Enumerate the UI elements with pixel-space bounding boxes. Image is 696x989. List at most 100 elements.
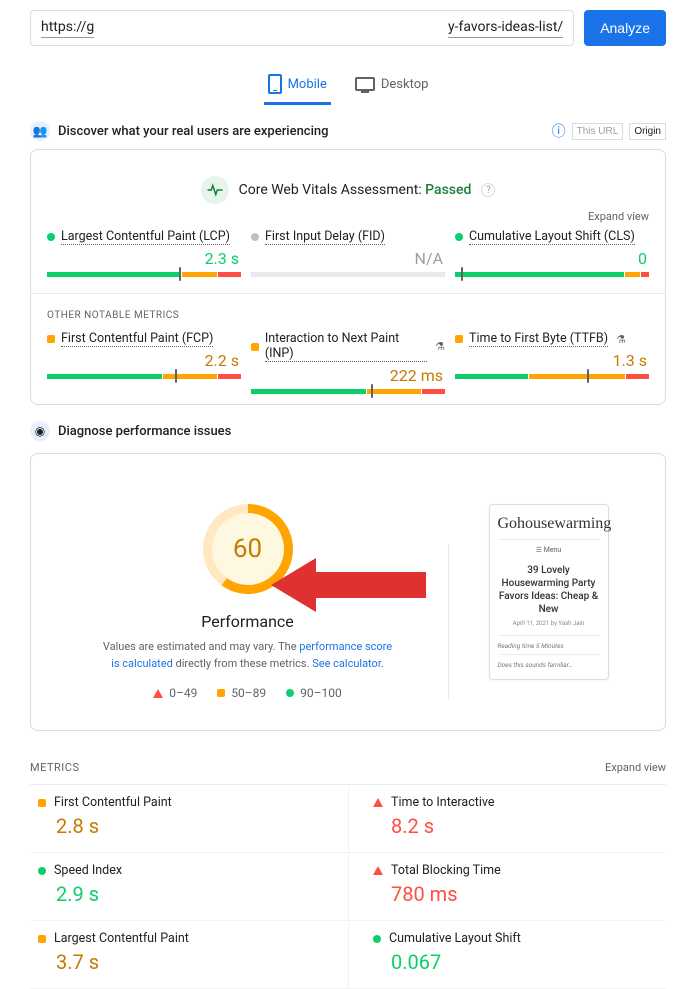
metric-name: Time to Interactive xyxy=(391,795,494,810)
url-input[interactable]: https://g y-favors-ideas-list/ xyxy=(30,10,574,46)
cwv-metric: Largest Contentful Paint (LCP)2.3 s xyxy=(47,229,241,277)
status-icon xyxy=(38,867,46,875)
metrics-section: METRICS Expand view First Contentful Pai… xyxy=(30,751,666,989)
performance-label: Performance xyxy=(88,612,408,631)
metric-cell: Time to Interactive 8.2 s xyxy=(348,785,666,853)
help-icon[interactable]: ? xyxy=(481,183,495,197)
metric-value: 222 ms xyxy=(251,362,445,389)
page-preview: Gohousewarming ☰ Menu 39 Lovely Housewar… xyxy=(489,504,609,680)
preview-meta: April 11, 2021 by Yash Jain xyxy=(498,620,600,627)
tab-desktop-label: Desktop xyxy=(381,77,429,92)
mobile-icon xyxy=(268,74,282,94)
heartbeat-icon xyxy=(201,176,229,204)
status-icon xyxy=(38,799,46,807)
metric-name[interactable]: First Contentful Paint (FCP) xyxy=(61,331,213,347)
diagnose-card: 60 Performance Values are estimated and … xyxy=(30,453,666,731)
preview-title: 39 Lovely Housewarming Party Favors Idea… xyxy=(498,564,600,616)
cwv-metric: First Input Delay (FID)N/A xyxy=(251,229,445,277)
see-calculator-link[interactable]: See calculator xyxy=(312,657,381,670)
metrics-expand[interactable]: Expand view xyxy=(605,761,666,774)
device-tabs: Mobile Desktop xyxy=(0,56,696,105)
discover-header: 👥 Discover what your real users are expe… xyxy=(0,105,696,149)
url-suffix: y-favors-ideas-list/ xyxy=(448,19,563,38)
metric-name[interactable]: Time to First Byte (TTFB) xyxy=(469,331,608,347)
status-icon xyxy=(373,866,383,875)
status-icon xyxy=(251,343,259,351)
flask-icon: ⚗ xyxy=(435,340,445,353)
seg-this-url[interactable]: This URL xyxy=(572,123,624,140)
analyze-button[interactable]: Analyze xyxy=(584,10,666,46)
users-icon: 👥 xyxy=(30,121,50,141)
status-icon xyxy=(38,935,46,943)
cwv-assessment: Core Web Vitals Assessment: Passed ? xyxy=(47,166,649,210)
other-metrics-label: OTHER NOTABLE METRICS xyxy=(47,310,649,331)
metric-value: 2.3 s xyxy=(47,245,241,272)
tab-mobile[interactable]: Mobile xyxy=(264,66,331,105)
cwv-metrics-other: First Contentful Paint (FCP)2.2 sInterac… xyxy=(47,331,649,394)
square-icon xyxy=(217,689,225,697)
status-icon xyxy=(455,335,463,343)
metric-value: 2.2 s xyxy=(47,347,241,374)
metric-name[interactable]: Cumulative Layout Shift (CLS) xyxy=(469,229,635,245)
metric-value: 0.067 xyxy=(373,950,658,974)
metric-value: 8.2 s xyxy=(373,814,658,838)
preview-menu: ☰ Menu xyxy=(498,546,600,554)
metric-bar xyxy=(251,272,445,277)
metric-bar xyxy=(455,374,649,379)
metrics-grid: First Contentful Paint 2.8 s Time to Inter… xyxy=(30,785,666,989)
diagnose-header: ◉ Diagnose performance issues xyxy=(0,405,696,449)
status-icon xyxy=(373,935,381,943)
tab-mobile-label: Mobile xyxy=(288,77,327,92)
seg-origin[interactable]: Origin xyxy=(629,123,666,140)
metric-value: 1.3 s xyxy=(455,347,649,374)
cwv-expand[interactable]: Expand view xyxy=(47,210,649,229)
cwv-metric: First Contentful Paint (FCP)2.2 s xyxy=(47,331,241,394)
triangle-icon xyxy=(153,689,163,698)
radar-icon: ◉ xyxy=(30,421,50,441)
metric-value: 0 xyxy=(455,245,649,272)
metric-value: N/A xyxy=(251,245,445,272)
cwv-metric: Time to First Byte (TTFB) ⚗1.3 s xyxy=(455,331,649,394)
cwv-metric: Interaction to Next Paint (INP) ⚗ 222 ms xyxy=(251,331,445,394)
metric-name: Largest Contentful Paint xyxy=(54,931,189,946)
tab-desktop[interactable]: Desktop xyxy=(351,66,433,105)
performance-score: 60 xyxy=(212,513,284,585)
diagnose-heading: Diagnose performance issues xyxy=(58,424,231,439)
discover-heading: Discover what your real users are experi… xyxy=(58,124,329,139)
metric-cell: Total Blocking Time 780 ms xyxy=(348,853,666,921)
metric-name: Speed Index xyxy=(54,863,122,878)
metric-value: 780 ms xyxy=(373,882,658,906)
metrics-heading: METRICS xyxy=(30,761,80,774)
performance-gauge: 60 Performance Values are estimated and … xyxy=(88,504,408,700)
top-bar: https://g y-favors-ideas-list/ Analyze xyxy=(0,0,696,56)
preview-line1: Reading time 5 Minutes xyxy=(498,635,600,650)
desktop-icon xyxy=(355,77,375,91)
info-icon[interactable]: ⓘ xyxy=(552,121,566,141)
metric-cell: Largest Contentful Paint3.7 s xyxy=(30,921,348,989)
preview-brand: Gohousewarming xyxy=(498,515,600,540)
circle-icon xyxy=(286,689,294,697)
performance-note: Values are estimated and may vary. The p… xyxy=(88,639,408,672)
cwv-prefix: Core Web Vitals Assessment: xyxy=(239,182,422,198)
metric-bar xyxy=(47,272,241,277)
metric-value: 2.8 s xyxy=(38,814,340,838)
divider xyxy=(448,544,449,700)
url-prefix: https://g xyxy=(41,19,94,38)
metric-cell: Cumulative Layout Shift0.067 xyxy=(348,921,666,989)
metric-bar xyxy=(455,272,649,277)
metric-bar xyxy=(47,374,241,379)
metric-name[interactable]: First Input Delay (FID) xyxy=(265,229,385,245)
metrics-header: METRICS Expand view xyxy=(30,751,666,785)
metric-name: Total Blocking Time xyxy=(391,863,501,878)
cwv-metrics-top: Largest Contentful Paint (LCP)2.3 sFirst… xyxy=(47,229,649,277)
metric-cell: First Contentful Paint 2.8 s xyxy=(30,785,348,853)
flask-icon: ⚗ xyxy=(616,333,626,346)
status-icon xyxy=(455,233,463,241)
metric-name[interactable]: Interaction to Next Paint (INP) xyxy=(265,331,427,362)
metric-name[interactable]: Largest Contentful Paint (LCP) xyxy=(61,229,230,245)
metric-name: First Contentful Paint xyxy=(54,795,172,810)
cwv-metric: Cumulative Layout Shift (CLS)0 xyxy=(455,229,649,277)
score-legend: 0–49 50–89 90–100 xyxy=(88,686,408,700)
status-icon xyxy=(373,798,383,807)
metric-bar xyxy=(251,389,445,394)
